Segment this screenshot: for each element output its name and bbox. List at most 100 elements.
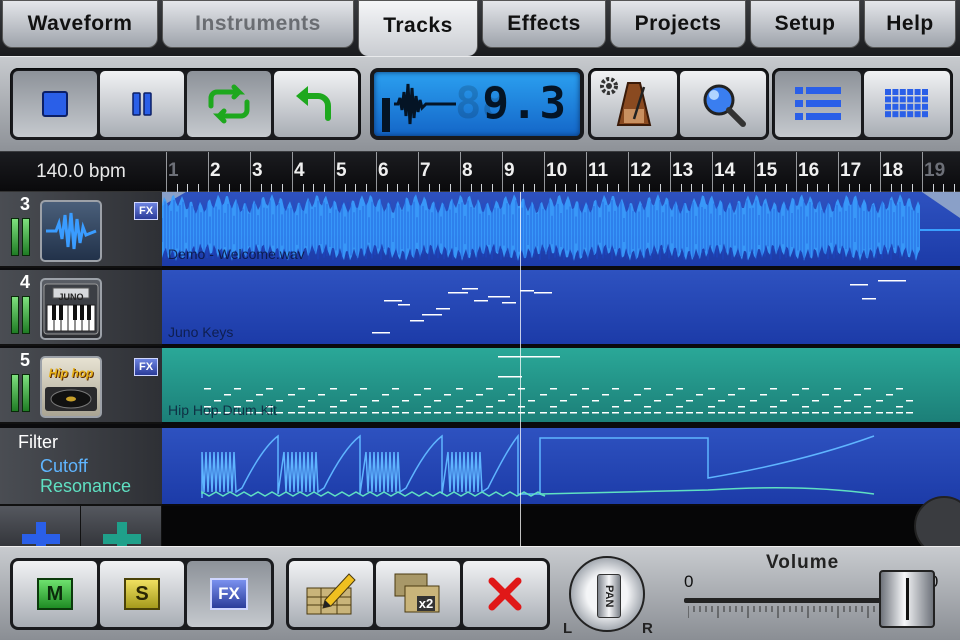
stop-icon	[42, 91, 68, 117]
solo-icon: S	[124, 578, 160, 610]
add-track-icon	[22, 522, 60, 546]
view-mode-group	[772, 68, 953, 140]
tab-tracks[interactable]: Tracks	[358, 0, 478, 56]
empty-lane	[162, 496, 960, 556]
bar-number-11: 11	[588, 160, 609, 181]
fx-button[interactable]: FX	[187, 561, 271, 627]
bar-number-9: 9	[504, 160, 515, 181]
bar-number-1: 1	[168, 160, 179, 181]
pan-right-label: R	[642, 620, 653, 637]
loop-button[interactable]	[187, 71, 271, 137]
automation-header[interactable]: Filter Cutoff Resonance	[0, 428, 162, 506]
grid-view-button[interactable]	[864, 71, 950, 137]
track-fx-badge[interactable]: FX	[134, 202, 158, 220]
zoom-button[interactable]	[680, 71, 766, 137]
tempo-display[interactable]: 140.0 bpm	[0, 152, 162, 192]
settings-gear-icon	[600, 77, 618, 95]
tab-instruments: Instruments	[162, 0, 354, 48]
volume-title: Volume	[766, 552, 840, 573]
undo-icon	[296, 86, 331, 121]
automation-param-resonance[interactable]: Resonance	[40, 476, 131, 497]
region-label: Demo - Welcome.wav	[168, 246, 305, 262]
track-header-3[interactable]: 3 FX	[0, 192, 162, 268]
mute-icon: M	[37, 578, 73, 610]
add-track-button[interactable]	[0, 506, 81, 546]
keyboard-synth-icon	[43, 283, 99, 335]
instrument-badge: Hip hop	[48, 366, 94, 380]
pause-button[interactable]	[100, 71, 184, 137]
tab-projects[interactable]: Projects	[610, 0, 746, 48]
level-meter	[11, 374, 31, 412]
fx-icon: FX	[210, 578, 248, 610]
stop-button[interactable]	[13, 71, 97, 137]
track-header-5[interactable]: 5 Hip hop FX	[0, 348, 162, 424]
bar-number-16: 16	[798, 160, 820, 181]
track-header-4[interactable]: 4 JUNO	[0, 270, 162, 346]
bar-ruler[interactable]: 1 2 3 4 5 6 7 8 9 10 11 12 13 14 15 16 17 18 19	[162, 152, 960, 192]
waveform-icon	[46, 212, 97, 250]
track-lane-4[interactable]: Juno Keys	[162, 270, 960, 346]
solo-button[interactable]: S	[100, 561, 184, 627]
zoom-icon	[703, 84, 746, 127]
bar-number-5: 5	[336, 160, 347, 181]
undo-button[interactable]	[274, 71, 358, 137]
level-meter	[11, 218, 31, 256]
grid-view-icon	[885, 89, 928, 118]
tab-effects[interactable]: Effects	[482, 0, 606, 48]
track-number: 5	[20, 350, 31, 370]
add-controls	[0, 506, 162, 546]
timeline-ruler[interactable]: 140.0 bpm 1 2 3 4 5 6 7 8 9 10 11 12 13 14 15 16 17 18 19	[0, 152, 960, 192]
pause-icon	[132, 92, 152, 116]
instrument-badge: JUNO	[58, 292, 84, 302]
volume-min-label: 0	[684, 572, 694, 591]
automation-lane[interactable]	[162, 428, 960, 506]
track-instrument-thumbnail[interactable]	[40, 200, 102, 262]
pan-left-label: L	[563, 620, 573, 637]
add-automation-icon	[103, 522, 141, 546]
tools-group	[588, 68, 769, 140]
waveform-icon	[382, 83, 456, 132]
list-view-button[interactable]	[775, 71, 861, 137]
delete-region-button[interactable]	[463, 561, 547, 627]
bar-number-4: 4	[294, 160, 305, 181]
midi-note-region	[372, 280, 906, 334]
drum-pattern-region	[204, 356, 913, 414]
add-automation-button[interactable]	[81, 506, 162, 546]
track-lane-5[interactable]: Hip Hop Drum Kit	[162, 348, 960, 424]
level-meter	[11, 296, 31, 334]
bar-number-3: 3	[252, 160, 263, 181]
position-display: 88 9.3	[370, 68, 584, 140]
automation-curves	[201, 433, 875, 498]
track-fx-badge[interactable]: FX	[134, 358, 158, 376]
region-label: Juno Keys	[168, 324, 234, 340]
track-number: 3	[20, 194, 31, 214]
bar-number-12: 12	[630, 160, 652, 181]
playhead[interactable]	[520, 192, 521, 546]
tab-waveform[interactable]: Waveform	[2, 0, 158, 48]
track-lane-3[interactable]: Demo - Welcome.wav	[162, 192, 960, 268]
track-instrument-thumbnail[interactable]: Hip hop	[40, 356, 102, 418]
bar-number-6: 6	[378, 160, 389, 181]
bar-position-readout: 9.3	[482, 78, 568, 129]
mute-button[interactable]: M	[13, 561, 97, 627]
automation-param-cutoff[interactable]: Cutoff	[40, 456, 88, 477]
bar-number-13: 13	[672, 160, 694, 181]
track-instrument-thumbnail[interactable]: JUNO	[40, 278, 102, 340]
loop-icon	[208, 84, 250, 124]
bar-number-7: 7	[420, 160, 431, 181]
metronome-button[interactable]	[591, 71, 677, 137]
pan-knob[interactable]: PAN	[569, 556, 645, 632]
bar-number-10: 10	[546, 160, 568, 181]
bar-number-15: 15	[756, 160, 778, 181]
region-label: Hip Hop Drum Kit	[168, 402, 277, 418]
bar-number-8: 8	[462, 160, 473, 181]
bar-number-2: 2	[210, 160, 221, 181]
tab-setup[interactable]: Setup	[750, 0, 860, 48]
duplicate-region-button[interactable]: x2	[376, 561, 460, 627]
track-number: 4	[20, 272, 31, 292]
tab-help[interactable]: Help	[864, 0, 956, 48]
app-window: Waveform Instruments Tracks Effects Proj…	[0, 0, 960, 640]
edit-region-button[interactable]	[289, 561, 373, 627]
volume-slider-handle[interactable]	[879, 570, 936, 628]
edit-pencil-icon	[306, 573, 356, 615]
